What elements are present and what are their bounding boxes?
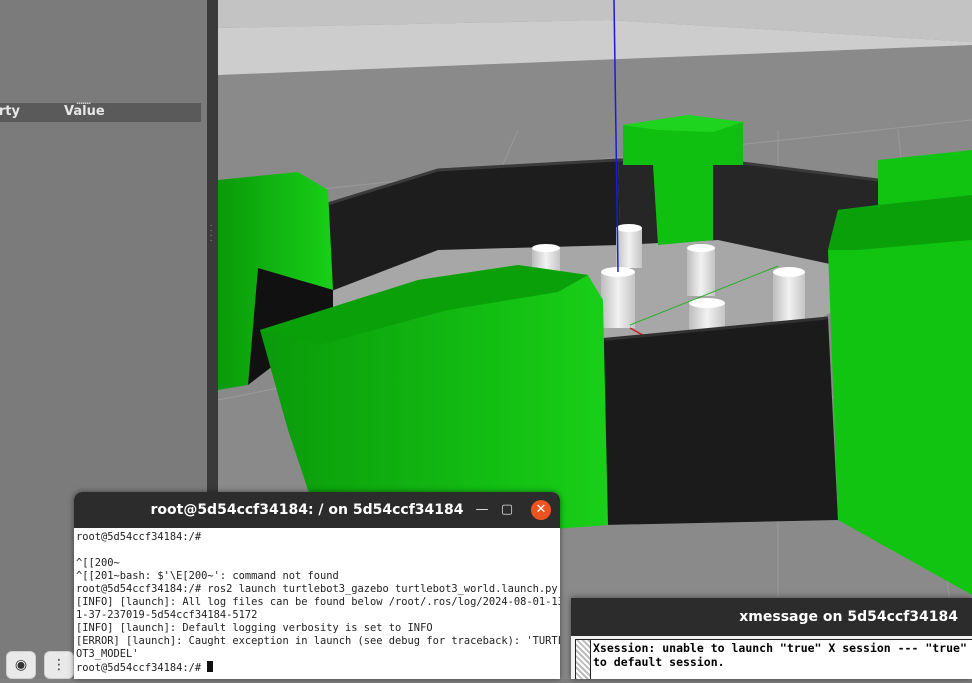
terminal-line: OT3_MODEL' <box>76 648 139 660</box>
camera-icon[interactable]: ◉ <box>6 651 36 679</box>
terminal-line: ^[[200~ <box>76 557 120 569</box>
terminal-line: 1-37-237019-5d54ccf34184-5172 <box>76 609 258 621</box>
wall-front <box>598 318 838 525</box>
column-header-property[interactable]: erty <box>0 104 20 119</box>
close-icon[interactable]: ✕ <box>531 500 551 520</box>
xmessage-title: xmessage on 5d54ccf34184 <box>739 609 958 625</box>
more-vertical-icon[interactable]: ⋮ <box>44 651 74 679</box>
terminal-line: [INFO] [launch]: All log files can be fo… <box>76 596 560 608</box>
xmessage-titlebar[interactable]: xmessage on 5d54ccf34184 <box>571 598 972 636</box>
xmessage-text: Xsession: unable to launch "true" X sess… <box>593 641 967 669</box>
terminal-line: ^[[201~bash: $'\E[200~': command not fou… <box>76 570 339 582</box>
terminal-line: root@5d54ccf34184:/# ros2 launch turtleb… <box>76 583 558 595</box>
maximize-icon[interactable]: ▢ <box>498 501 516 519</box>
terminal-titlebar[interactable]: root@5d54ccf34184: / on 5d54ccf34184 — ▢… <box>74 492 560 528</box>
terminal-line: [ERROR] [launch]: Caught exception in la… <box>76 635 560 647</box>
text-cursor <box>207 661 214 672</box>
terminal-prompt-line[interactable]: root@5d54ccf34184:/# <box>76 661 558 675</box>
splitter-grip-icon[interactable]: .... <box>210 221 212 243</box>
xmessage-line-2: to default session. <box>593 655 725 669</box>
terminal-window[interactable]: root@5d54ccf34184: / on 5d54ccf34184 — ▢… <box>74 492 560 679</box>
terminal-line: [INFO] [launch]: Default logging verbosi… <box>76 622 433 634</box>
xmessage-window[interactable]: xmessage on 5d54ccf34184 Xsession: unabl… <box>571 598 972 679</box>
column-header-value[interactable]: Value <box>64 104 105 119</box>
xmessage-line-1: Xsession: unable to launch "true" X sess… <box>593 641 967 655</box>
terminal-line: root@5d54ccf34184:/# <box>76 531 202 543</box>
terminal-output[interactable]: root@5d54ccf34184:/# ^[[200~ ^[[201~bash:… <box>74 528 560 678</box>
property-table-header: erty ....... Value <box>0 97 201 122</box>
terminal-prompt: root@5d54ccf34184:/# <box>76 662 208 674</box>
xmessage-scrollbar[interactable] <box>576 640 591 679</box>
xmessage-text-area[interactable]: Xsession: unable to launch "true" X sess… <box>575 639 972 679</box>
bottom-toolbar: ◉ ⋮ <box>6 651 74 679</box>
minimize-icon[interactable]: — <box>473 501 491 519</box>
